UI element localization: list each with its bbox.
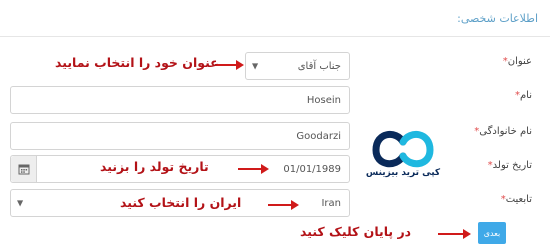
annotation-title: عنوان خود را انتخاب نمایید xyxy=(55,55,219,70)
annotation-birth-date: تاریخ تولد را بزنید xyxy=(100,159,209,174)
copy-trade-business-logo xyxy=(372,131,434,168)
nationality-label: تابعیت* xyxy=(498,194,532,205)
annotation-nationality: ایران را انتخاب کنید xyxy=(120,195,242,210)
nationality-label-text: تابعیت xyxy=(505,194,532,205)
last-name-value: Goodarzi xyxy=(296,130,341,142)
nationality-value: Iran xyxy=(321,197,341,209)
last-name-label: نام خانوادگی* xyxy=(471,126,532,137)
title-label-text: عنوان xyxy=(507,56,532,67)
first-name-label-text: نام xyxy=(519,90,532,101)
section-divider xyxy=(0,36,550,37)
last-name-label-text: نام خانوادگی xyxy=(479,126,532,137)
title-select[interactable]: جناب آقای ▼ xyxy=(245,52,350,80)
chevron-down-icon: ▼ xyxy=(252,61,259,71)
chevron-down-icon: ▼ xyxy=(17,198,24,208)
calendar-icon xyxy=(18,164,29,175)
first-name-value: Hosein xyxy=(306,94,341,106)
calendar-button[interactable] xyxy=(11,156,37,182)
annotation-next: در پایان کلیک کنید xyxy=(300,224,412,239)
arrow-annotation-birth-date xyxy=(238,164,269,174)
title-label: عنوان* xyxy=(500,56,532,67)
title-select-value: جناب آقای xyxy=(297,60,341,72)
birth-date-label-text: تاریخ تولد xyxy=(492,160,532,171)
section-title: اطلاعات شخصی: xyxy=(457,12,538,25)
birth-date-label: تاریخ تولد* xyxy=(485,160,532,171)
birth-date-value: 01/01/1989 xyxy=(283,163,341,175)
logo-text: کپی ترید بیزینس xyxy=(365,168,441,178)
first-name-label: نام* xyxy=(512,90,532,101)
first-name-input[interactable]: Hosein xyxy=(10,86,350,114)
last-name-input[interactable]: Goodarzi xyxy=(10,122,350,150)
next-button[interactable]: بعدی xyxy=(478,222,506,244)
arrow-annotation-nationality xyxy=(268,200,299,210)
arrow-annotation-next xyxy=(438,229,471,239)
